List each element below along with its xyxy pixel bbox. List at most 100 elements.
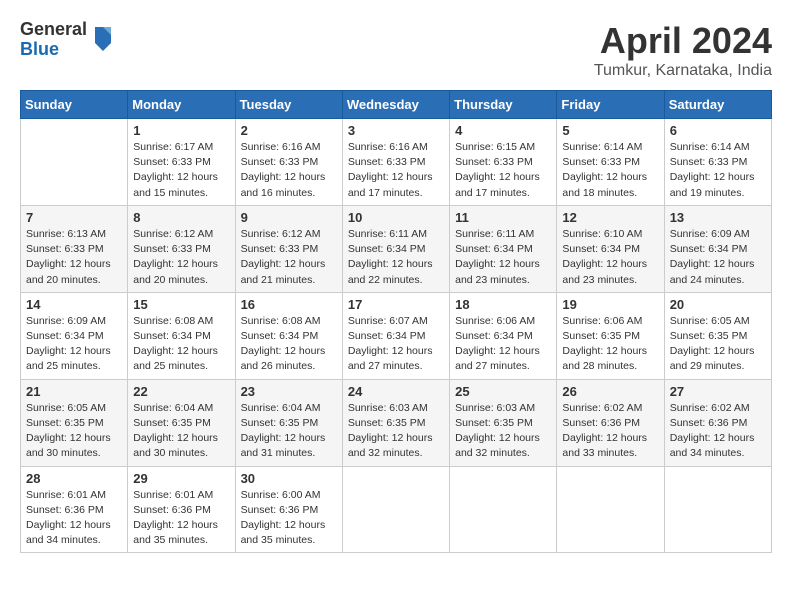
calendar-week-row: 21 Sunrise: 6:05 AM Sunset: 6:35 PM Dayli… (21, 379, 772, 466)
day-number: 25 (455, 384, 551, 399)
day-info: Sunrise: 6:10 AM Sunset: 6:34 PM Dayligh… (562, 227, 658, 288)
day-number: 17 (348, 297, 444, 312)
calendar-cell: 26Sunrise: 6:02 AM Sunset: 6:36 PM Dayli… (557, 379, 664, 466)
logo: General Blue (20, 20, 115, 60)
calendar-cell: 14 Sunrise: 6:09 AM Sunset: 6:34 PM Dayli… (21, 292, 128, 379)
day-number: 6 (670, 123, 766, 138)
calendar-cell: 30 Sunrise: 6:00 AM Sunset: 6:36 PM Dayli… (235, 466, 342, 553)
calendar-cell: 25 Sunrise: 6:03 AM Sunset: 6:35 PM Dayli… (450, 379, 557, 466)
day-info: Sunrise: 6:01 AM Sunset: 6:36 PM Dayligh… (26, 488, 122, 549)
day-number: 27 (670, 384, 766, 399)
day-info: Sunrise: 6:12 AM Sunset: 6:33 PM Dayligh… (133, 227, 229, 288)
weekday-header-sunday: Sunday (21, 91, 128, 119)
day-number: 20 (670, 297, 766, 312)
calendar-cell: 6 Sunrise: 6:14 AM Sunset: 6:33 PM Daylig… (664, 119, 771, 206)
calendar-cell: 21 Sunrise: 6:05 AM Sunset: 6:35 PM Dayli… (21, 379, 128, 466)
day-number: 19 (562, 297, 658, 312)
calendar-cell: 22Sunrise: 6:04 AM Sunset: 6:35 PM Dayli… (128, 379, 235, 466)
day-info: Sunrise: 6:03 AM Sunset: 6:35 PM Dayligh… (348, 401, 444, 462)
calendar-cell: 29Sunrise: 6:01 AM Sunset: 6:36 PM Dayli… (128, 466, 235, 553)
day-info: Sunrise: 6:17 AM Sunset: 6:33 PM Dayligh… (133, 140, 229, 201)
calendar-cell: 16Sunrise: 6:08 AM Sunset: 6:34 PM Dayli… (235, 292, 342, 379)
day-info: Sunrise: 6:16 AM Sunset: 6:33 PM Dayligh… (348, 140, 444, 201)
day-info: Sunrise: 6:05 AM Sunset: 6:35 PM Dayligh… (26, 401, 122, 462)
calendar-table: SundayMondayTuesdayWednesdayThursdayFrid… (20, 90, 772, 553)
calendar-cell: 3 Sunrise: 6:16 AM Sunset: 6:33 PM Daylig… (342, 119, 449, 206)
calendar-cell: 10 Sunrise: 6:11 AM Sunset: 6:34 PM Dayli… (342, 205, 449, 292)
weekday-header-monday: Monday (128, 91, 235, 119)
calendar-cell (450, 466, 557, 553)
subtitle: Tumkur, Karnataka, India (594, 62, 772, 80)
day-info: Sunrise: 6:03 AM Sunset: 6:35 PM Dayligh… (455, 401, 551, 462)
day-number: 18 (455, 297, 551, 312)
day-number: 28 (26, 471, 122, 486)
day-number: 3 (348, 123, 444, 138)
calendar-cell: 18 Sunrise: 6:06 AM Sunset: 6:34 PM Dayli… (450, 292, 557, 379)
day-number: 23 (241, 384, 337, 399)
weekday-header-thursday: Thursday (450, 91, 557, 119)
calendar-cell: 12 Sunrise: 6:10 AM Sunset: 6:34 PM Dayli… (557, 205, 664, 292)
day-number: 4 (455, 123, 551, 138)
day-info: Sunrise: 6:15 AM Sunset: 6:33 PM Dayligh… (455, 140, 551, 201)
day-info: Sunrise: 6:07 AM Sunset: 6:34 PM Dayligh… (348, 314, 444, 375)
day-info: Sunrise: 6:06 AM Sunset: 6:35 PM Dayligh… (562, 314, 658, 375)
day-number: 9 (241, 210, 337, 225)
calendar-cell: 9 Sunrise: 6:12 AM Sunset: 6:33 PM Daylig… (235, 205, 342, 292)
calendar-cell: 15Sunrise: 6:08 AM Sunset: 6:34 PM Dayli… (128, 292, 235, 379)
calendar-cell: 2 Sunrise: 6:16 AM Sunset: 6:33 PM Daylig… (235, 119, 342, 206)
day-info: Sunrise: 6:12 AM Sunset: 6:33 PM Dayligh… (241, 227, 337, 288)
title-block: April 2024 Tumkur, Karnataka, India (594, 20, 772, 80)
calendar-cell (21, 119, 128, 206)
day-number: 30 (241, 471, 337, 486)
weekday-header-tuesday: Tuesday (235, 91, 342, 119)
day-number: 8 (133, 210, 229, 225)
day-number: 24 (348, 384, 444, 399)
day-info: Sunrise: 6:00 AM Sunset: 6:36 PM Dayligh… (241, 488, 337, 549)
calendar-cell: 1 Sunrise: 6:17 AM Sunset: 6:33 PM Daylig… (128, 119, 235, 206)
day-info: Sunrise: 6:05 AM Sunset: 6:35 PM Dayligh… (670, 314, 766, 375)
calendar-cell: 7 Sunrise: 6:13 AM Sunset: 6:33 PM Daylig… (21, 205, 128, 292)
calendar-cell: 19 Sunrise: 6:06 AM Sunset: 6:35 PM Dayli… (557, 292, 664, 379)
day-number: 10 (348, 210, 444, 225)
calendar-week-row: 14 Sunrise: 6:09 AM Sunset: 6:34 PM Dayli… (21, 292, 772, 379)
day-info: Sunrise: 6:14 AM Sunset: 6:33 PM Dayligh… (670, 140, 766, 201)
day-info: Sunrise: 6:11 AM Sunset: 6:34 PM Dayligh… (348, 227, 444, 288)
weekday-header-saturday: Saturday (664, 91, 771, 119)
day-number: 13 (670, 210, 766, 225)
calendar-cell: 20 Sunrise: 6:05 AM Sunset: 6:35 PM Dayli… (664, 292, 771, 379)
weekday-header-wednesday: Wednesday (342, 91, 449, 119)
day-info: Sunrise: 6:09 AM Sunset: 6:34 PM Dayligh… (26, 314, 122, 375)
day-info: Sunrise: 6:06 AM Sunset: 6:34 PM Dayligh… (455, 314, 551, 375)
day-number: 26 (562, 384, 658, 399)
calendar-cell: 4 Sunrise: 6:15 AM Sunset: 6:33 PM Daylig… (450, 119, 557, 206)
day-info: Sunrise: 6:08 AM Sunset: 6:34 PM Dayligh… (241, 314, 337, 375)
day-number: 1 (133, 123, 229, 138)
day-number: 7 (26, 210, 122, 225)
day-info: Sunrise: 6:16 AM Sunset: 6:33 PM Dayligh… (241, 140, 337, 201)
calendar-cell: 23 Sunrise: 6:04 AM Sunset: 6:35 PM Dayli… (235, 379, 342, 466)
calendar-cell (664, 466, 771, 553)
day-info: Sunrise: 6:14 AM Sunset: 6:33 PM Dayligh… (562, 140, 658, 201)
day-info: Sunrise: 6:04 AM Sunset: 6:35 PM Dayligh… (241, 401, 337, 462)
day-number: 29 (133, 471, 229, 486)
day-number: 11 (455, 210, 551, 225)
day-info: Sunrise: 6:09 AM Sunset: 6:34 PM Dayligh… (670, 227, 766, 288)
day-number: 12 (562, 210, 658, 225)
day-info: Sunrise: 6:04 AM Sunset: 6:35 PM Dayligh… (133, 401, 229, 462)
day-number: 21 (26, 384, 122, 399)
day-number: 14 (26, 297, 122, 312)
weekday-header-friday: Friday (557, 91, 664, 119)
calendar-cell (342, 466, 449, 553)
day-number: 5 (562, 123, 658, 138)
day-info: Sunrise: 6:08 AM Sunset: 6:34 PM Dayligh… (133, 314, 229, 375)
day-number: 2 (241, 123, 337, 138)
calendar-header-row: SundayMondayTuesdayWednesdayThursdayFrid… (21, 91, 772, 119)
calendar-cell: 27Sunrise: 6:02 AM Sunset: 6:36 PM Dayli… (664, 379, 771, 466)
calendar-week-row: 28 Sunrise: 6:01 AM Sunset: 6:36 PM Dayli… (21, 466, 772, 553)
calendar-cell: 13 Sunrise: 6:09 AM Sunset: 6:34 PM Dayli… (664, 205, 771, 292)
main-title: April 2024 (594, 20, 772, 62)
calendar-cell: 5 Sunrise: 6:14 AM Sunset: 6:33 PM Daylig… (557, 119, 664, 206)
day-info: Sunrise: 6:13 AM Sunset: 6:33 PM Dayligh… (26, 227, 122, 288)
page-header: General Blue April 2024 Tumkur, Karnatak… (20, 20, 772, 80)
calendar-cell: 11Sunrise: 6:11 AM Sunset: 6:34 PM Dayli… (450, 205, 557, 292)
